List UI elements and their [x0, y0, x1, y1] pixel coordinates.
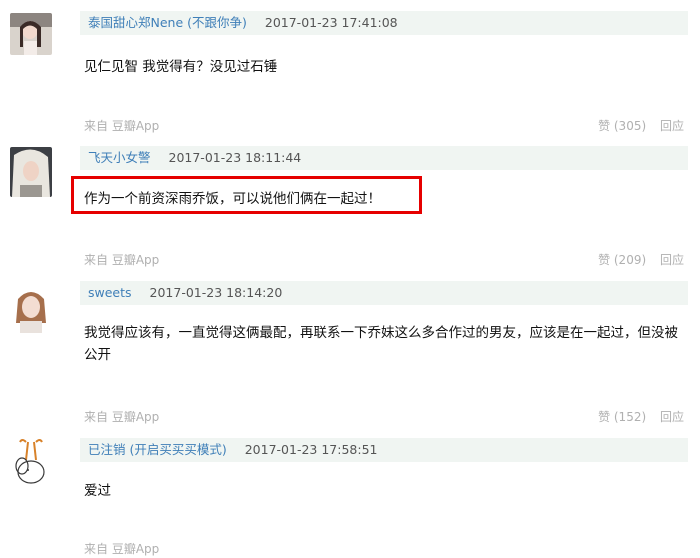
comment-text: 见仁见智 我觉得有？没见过石锤 [84, 59, 278, 75]
avatar[interactable] [10, 13, 52, 55]
comment-time: 2017-01-23 18:14:20 [149, 285, 283, 300]
avatar[interactable] [10, 438, 52, 490]
comment-header: 泰国甜心郑Nene (不跟你争) 2017-01-23 17:41:08 [80, 11, 688, 35]
avatar[interactable] [10, 283, 52, 333]
comment-time: 2017-01-23 17:58:51 [244, 442, 378, 457]
like-button[interactable]: 赞 (152) [598, 410, 646, 424]
comment-actions: 赞 (209) 回应 [598, 251, 684, 269]
author-link[interactable]: 泰国甜心郑Nene (不跟你争) [88, 15, 247, 30]
comment-actions: 赞 (305) 回应 [598, 117, 684, 135]
comment-footer: 来自 豆瓣App 赞 (305) 回应 [84, 117, 684, 135]
author-link[interactable]: sweets [88, 285, 132, 300]
comment-source: 来自 豆瓣App [84, 119, 160, 133]
comment-source: 来自 豆瓣App [84, 410, 160, 424]
comment-time: 2017-01-23 17:41:08 [264, 15, 398, 30]
comment-time: 2017-01-23 18:11:44 [168, 150, 302, 165]
comment-header: 已注销 (开启买买买模式) 2017-01-23 17:58:51 [80, 438, 688, 462]
like-button[interactable]: 赞 (209) [598, 253, 646, 267]
avatar[interactable] [10, 147, 52, 197]
like-button[interactable]: 赞 (305) [598, 119, 646, 133]
comment-footer: 来自 豆瓣App 赞 (209) 回应 [84, 251, 684, 269]
comment-text: 我觉得应该有，一直觉得这俩最配，再联系一下乔妹这么多合作过的男友，应该是在一起过… [84, 325, 678, 363]
author-link[interactable]: 已注销 (开启买买买模式) [88, 442, 227, 457]
reply-button[interactable]: 回应 [660, 410, 684, 424]
author-link[interactable]: 飞天小女警 [88, 150, 151, 165]
highlight-box [71, 176, 422, 214]
comment-source: 来自 豆瓣App [84, 542, 160, 556]
reply-button[interactable]: 回应 [660, 253, 684, 267]
comment-footer: 来自 豆瓣App [84, 540, 684, 558]
comment-header: 飞天小女警 2017-01-23 18:11:44 [80, 146, 688, 170]
comment-footer: 来自 豆瓣App 赞 (152) 回应 [84, 408, 684, 426]
comment-text: 爱过 [84, 483, 111, 499]
reply-button[interactable]: 回应 [660, 119, 684, 133]
comment-header: sweets 2017-01-23 18:14:20 [80, 281, 688, 305]
comment-actions: 赞 (152) 回应 [598, 408, 684, 426]
comment-source: 来自 豆瓣App [84, 253, 160, 267]
